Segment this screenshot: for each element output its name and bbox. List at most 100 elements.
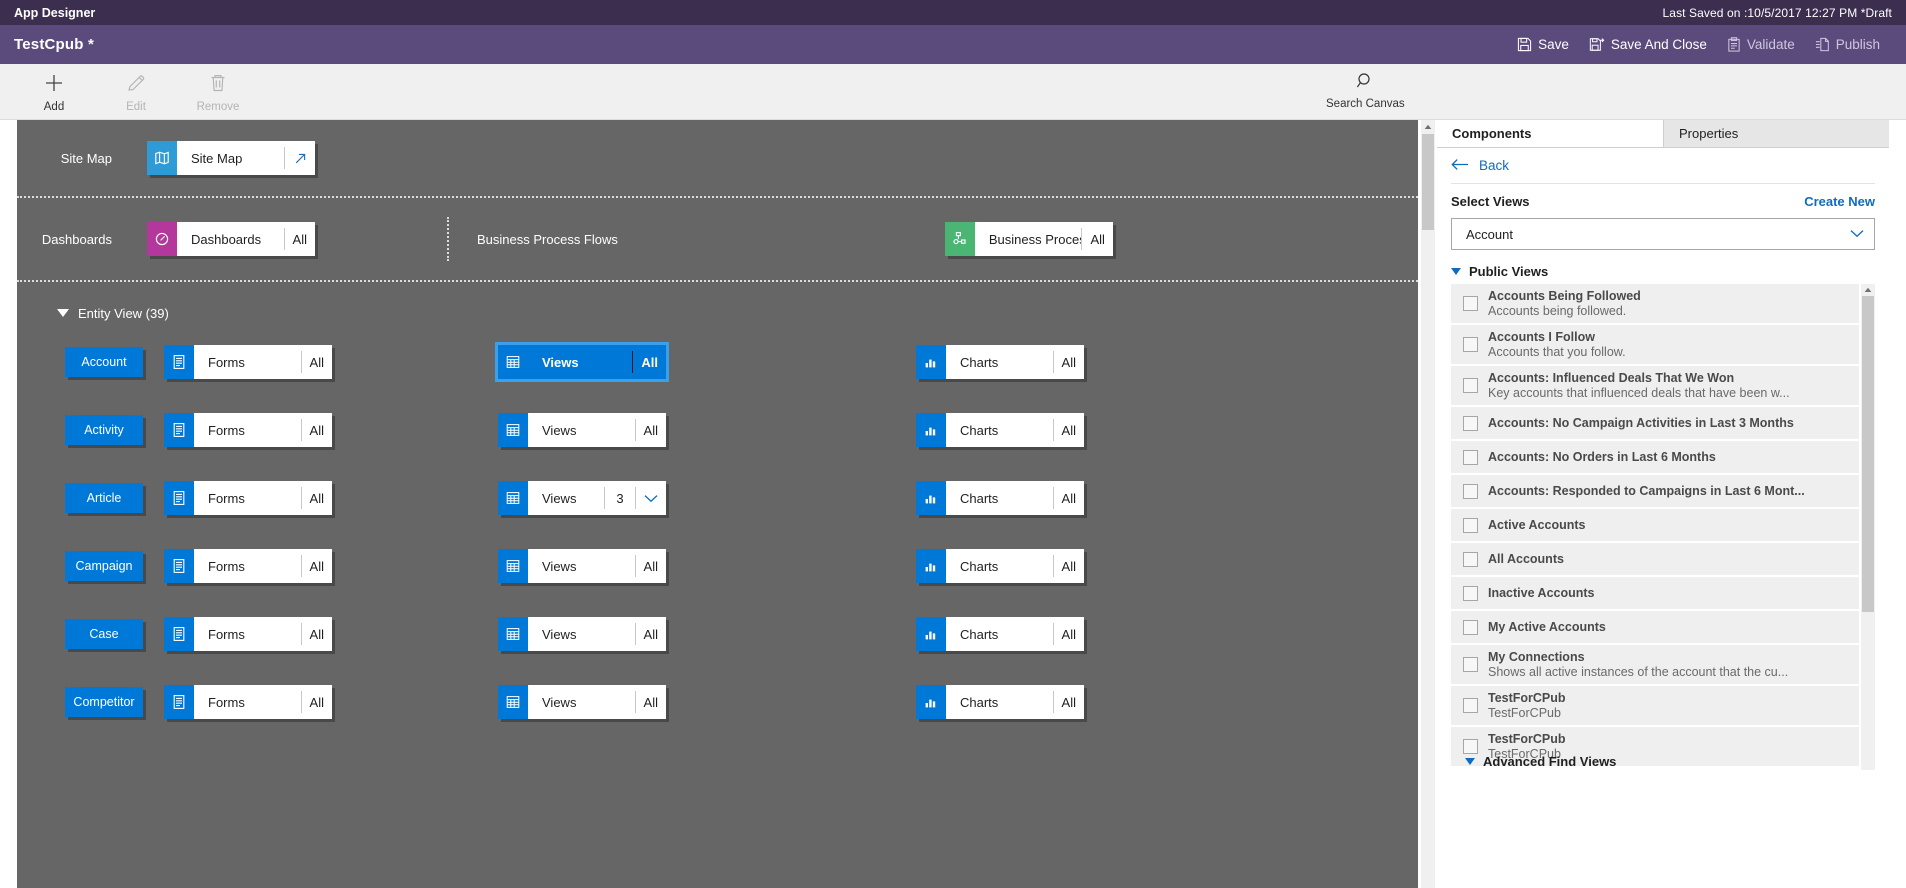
tab-components[interactable]: Components (1437, 120, 1663, 147)
views-tile[interactable]: Views 3 (498, 481, 666, 515)
form-icon (164, 685, 194, 719)
view-list-item[interactable]: TestForCPub TestForCPub (1451, 686, 1859, 727)
list-scroll-up-icon[interactable] (1861, 284, 1875, 296)
create-new-link[interactable]: Create New (1804, 194, 1875, 209)
entity-chip-campaign[interactable]: Campaign (65, 551, 143, 581)
charts-tile[interactable]: Charts All (916, 685, 1084, 719)
edit-button-label: Edit (126, 101, 146, 113)
view-checkbox[interactable] (1463, 337, 1478, 352)
view-checkbox[interactable] (1463, 415, 1478, 431)
views-tile[interactable]: Views All (498, 413, 666, 447)
view-item-name: Accounts: No Campaign Activities in Last… (1488, 416, 1794, 430)
entity-dropdown[interactable]: Account (1451, 218, 1875, 250)
view-list-item[interactable]: All Accounts (1451, 543, 1859, 577)
edit-button[interactable]: Edit (108, 70, 164, 113)
charts-tile-count: All (1061, 558, 1076, 574)
view-list-item[interactable]: Accounts: No Orders in Last 6 Months (1451, 441, 1859, 475)
bar-chart-icon (916, 481, 946, 515)
bpf-tile[interactable]: Business Proces... All (944, 222, 1113, 256)
command-actions: Save Save And Close Validate Publish (1517, 37, 1892, 52)
entity-chip-account[interactable]: Account (65, 347, 143, 377)
entity-chip-competitor[interactable]: Competitor (65, 687, 143, 717)
views-tile[interactable]: Views All (498, 685, 666, 719)
validate-button[interactable]: Validate (1727, 37, 1795, 52)
tab-properties[interactable]: Properties (1663, 120, 1889, 147)
remove-button[interactable]: Remove (190, 70, 246, 113)
save-button[interactable]: Save (1517, 37, 1569, 52)
entity-chip-article[interactable]: Article (65, 483, 143, 513)
view-list-item[interactable]: Accounts: Responded to Campaigns in Last… (1451, 475, 1859, 509)
charts-tile[interactable]: Charts All (916, 413, 1084, 447)
view-item-description: Shows all active instances of the accoun… (1488, 665, 1789, 679)
charts-tile[interactable]: Charts All (916, 345, 1084, 379)
views-tile-count: All (643, 422, 658, 438)
views-tile[interactable]: Views All (498, 617, 666, 651)
view-checkbox[interactable] (1463, 585, 1478, 601)
public-views-group-header[interactable]: Public Views (1451, 258, 1875, 284)
view-checkbox[interactable] (1463, 517, 1478, 533)
forms-tile[interactable]: Forms All (164, 685, 332, 719)
sitemap-row-label: Site Map (60, 150, 112, 166)
view-checkbox[interactable] (1463, 619, 1478, 635)
advanced-find-views-group-header[interactable]: Advanced Find Views (1465, 748, 1616, 770)
canvas-scroll-up-icon[interactable] (1421, 120, 1435, 134)
forms-tile[interactable]: Forms All (164, 481, 332, 515)
save-and-close-button[interactable]: Save And Close (1589, 37, 1707, 52)
charts-tile[interactable]: Charts All (916, 617, 1084, 651)
dashboards-tile[interactable]: Dashboards All (147, 222, 315, 256)
charts-tile[interactable]: Charts All (916, 481, 1084, 515)
sitemap-tile[interactable]: Site Map (147, 141, 315, 175)
view-checkbox[interactable] (1463, 378, 1478, 393)
view-checkbox[interactable] (1463, 657, 1478, 672)
charts-tile-count: All (1061, 354, 1076, 370)
view-list-item[interactable]: Active Accounts (1451, 509, 1859, 543)
view-checkbox[interactable] (1463, 449, 1478, 465)
forms-tile[interactable]: Forms All (164, 413, 332, 447)
form-icon (164, 549, 194, 583)
validate-button-label: Validate (1746, 37, 1795, 52)
bar-chart-icon (916, 549, 946, 583)
remove-button-label: Remove (196, 101, 240, 113)
form-icon (164, 413, 194, 447)
view-list-item[interactable]: Inactive Accounts (1451, 577, 1859, 611)
form-icon (164, 345, 194, 379)
canvas-scroll-thumb[interactable] (1422, 134, 1434, 230)
search-canvas-button[interactable]: Search Canvas (1326, 70, 1405, 110)
view-checkbox[interactable] (1463, 296, 1478, 311)
chevron-down-icon[interactable] (636, 481, 666, 515)
view-checkbox[interactable] (1463, 698, 1478, 713)
view-list-item[interactable]: Accounts: Influenced Deals That We Won Ke… (1451, 366, 1859, 407)
entity-section-header[interactable]: Entity View (39) (17, 298, 1418, 328)
entity-chip-activity[interactable]: Activity (65, 415, 143, 445)
publish-button[interactable]: Publish (1815, 37, 1880, 52)
view-list-item[interactable]: Accounts I Follow Accounts that you follo… (1451, 325, 1859, 366)
dashboards-row-label: Dashboards (41, 231, 112, 247)
add-button[interactable]: Add (26, 70, 82, 113)
view-list-item[interactable]: Accounts: No Campaign Activities in Last… (1451, 407, 1859, 441)
search-icon (1354, 70, 1376, 97)
charts-tile[interactable]: Charts All (916, 549, 1084, 583)
view-list-item[interactable]: My Connections Shows all active instances… (1451, 645, 1859, 686)
dashboards-tile-label: Dashboards (191, 231, 262, 247)
canvas-scrollbar[interactable] (1421, 120, 1435, 888)
view-item-text: Accounts: No Orders in Last 6 Months (1488, 450, 1716, 464)
view-checkbox[interactable] (1463, 551, 1478, 567)
view-item-name: TestForCPub (1488, 691, 1566, 705)
chevron-down-icon (1850, 225, 1864, 243)
forms-tile[interactable]: Forms All (164, 549, 332, 583)
back-button[interactable]: Back (1451, 148, 1875, 184)
views-list-scroll-thumb[interactable] (1862, 296, 1874, 612)
forms-tile[interactable]: Forms All (164, 617, 332, 651)
views-tile[interactable]: Views All (498, 549, 666, 583)
views-list: Accounts Being Followed Accounts being fo… (1451, 284, 1859, 768)
view-checkbox[interactable] (1463, 483, 1478, 499)
view-list-item[interactable]: My Active Accounts (1451, 611, 1859, 645)
views-list-scrollbar[interactable] (1861, 284, 1875, 770)
validate-icon (1727, 37, 1741, 52)
forms-tile[interactable]: Forms All (164, 345, 332, 379)
entity-chip-case[interactable]: Case (65, 619, 143, 649)
view-item-text: Active Accounts (1488, 518, 1585, 532)
views-tile[interactable]: Views All (495, 342, 669, 382)
view-list-item[interactable]: Accounts Being Followed Accounts being fo… (1451, 284, 1859, 325)
open-arrow-icon[interactable] (285, 141, 315, 175)
